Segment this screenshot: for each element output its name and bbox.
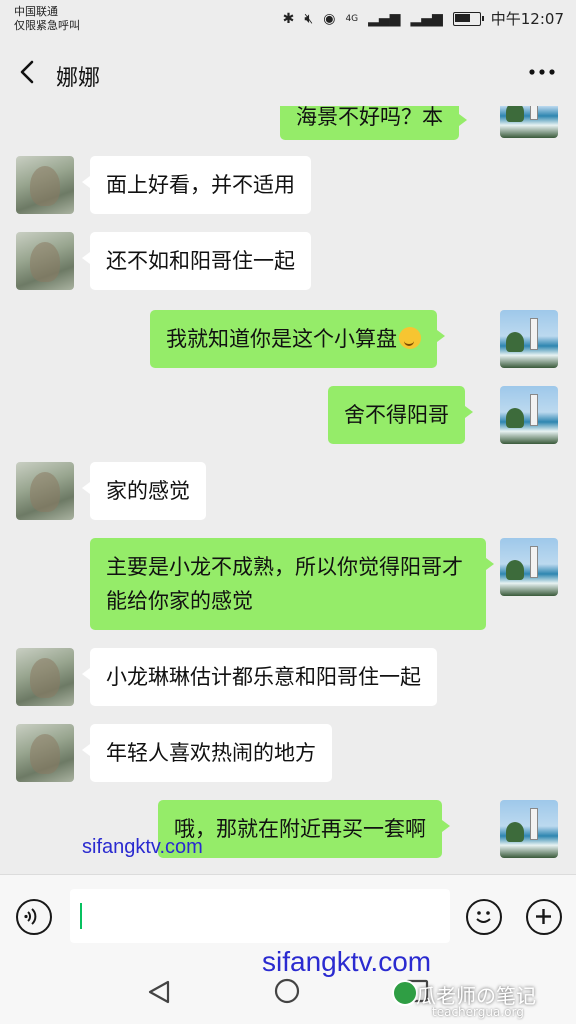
chat-header: 娜娜	[0, 40, 576, 106]
battery-icon	[452, 11, 484, 26]
my-avatar[interactable]	[500, 310, 558, 368]
watermark-site: sifangktv.com	[82, 836, 203, 858]
outgoing-bubble[interactable]: 海景不好吗？本	[280, 106, 467, 140]
watermelon-logo-icon	[392, 980, 418, 1006]
my-avatar[interactable]	[500, 106, 558, 138]
my-avatar[interactable]	[500, 386, 558, 444]
incoming-bubble[interactable]: 面上好看，并不适用	[82, 156, 311, 214]
watermark-url: teachergua.org	[432, 1005, 524, 1019]
incoming-bubble[interactable]: 还不如和阳哥住一起	[82, 232, 311, 290]
message-list[interactable]: 海景不好吗？本 面上好看，并不适用 还不如和阳哥住一起 我就知道你是这个小算盘 …	[0, 106, 576, 874]
emoji-icon[interactable]	[466, 899, 502, 935]
contact-avatar[interactable]	[16, 232, 74, 290]
contact-avatar[interactable]	[16, 156, 74, 214]
message-input[interactable]	[70, 889, 450, 943]
battery-fill	[454, 13, 470, 22]
outgoing-bubble[interactable]: 我就知道你是这个小算盘	[150, 310, 445, 368]
status-icons: ✱ 🔇︎ ◉ 4G ▂▄▆ ▂▄▆ 中午12:07	[283, 8, 564, 29]
incoming-bubble[interactable]: 家的感觉	[82, 462, 206, 520]
text-caret	[80, 903, 82, 929]
watermark-site-large: sifangktv.com	[262, 946, 432, 977]
status-bar: 中国联通 仅限紧急呼叫 ✱ 🔇︎ ◉ 4G ▂▄▆ ▂▄▆ 中午12:07	[0, 0, 576, 40]
incoming-bubble[interactable]: 小龙琳琳估计都乐意和阳哥住一起	[82, 648, 437, 706]
add-more-icon[interactable]	[526, 899, 562, 935]
my-avatar[interactable]	[500, 800, 558, 858]
smirk-emoji-icon	[399, 327, 421, 349]
voice-input-icon[interactable]	[16, 899, 52, 935]
chat-title: 娜娜	[56, 66, 101, 91]
contact-avatar[interactable]	[16, 462, 74, 520]
carrier-info: 中国联通 仅限紧急呼叫	[14, 5, 80, 33]
bluetooth-icon: ✱	[282, 10, 295, 27]
more-options-icon[interactable]	[526, 60, 558, 84]
incoming-bubble[interactable]: 年轻人喜欢热闹的地方	[82, 724, 332, 782]
contact-avatar[interactable]	[16, 724, 74, 782]
signal-icon: ▂▄▆	[368, 10, 401, 27]
mute-icon: 🔇︎	[304, 10, 314, 27]
message-text: 我就知道你是这个小算盘	[166, 327, 397, 351]
back-arrow-icon[interactable]	[14, 54, 42, 90]
nav-back-icon[interactable]	[146, 978, 174, 1006]
contact-avatar[interactable]	[16, 648, 74, 706]
signal-icon-2: ▂▄▆	[410, 10, 443, 27]
emergency-text: 仅限紧急呼叫	[14, 19, 80, 32]
carrier-name: 中国联通	[14, 5, 58, 18]
network-type: 4G	[345, 13, 359, 24]
nav-home-icon[interactable]	[272, 976, 302, 1006]
outgoing-bubble[interactable]: 舍不得阳哥	[328, 386, 473, 444]
outgoing-bubble[interactable]: 主要是小龙不成熟，所以你觉得阳哥才能给你家的感觉	[90, 538, 494, 630]
my-avatar[interactable]	[500, 538, 558, 596]
clock: 中午12:07	[490, 10, 564, 28]
eye-icon: ◉	[323, 10, 336, 27]
